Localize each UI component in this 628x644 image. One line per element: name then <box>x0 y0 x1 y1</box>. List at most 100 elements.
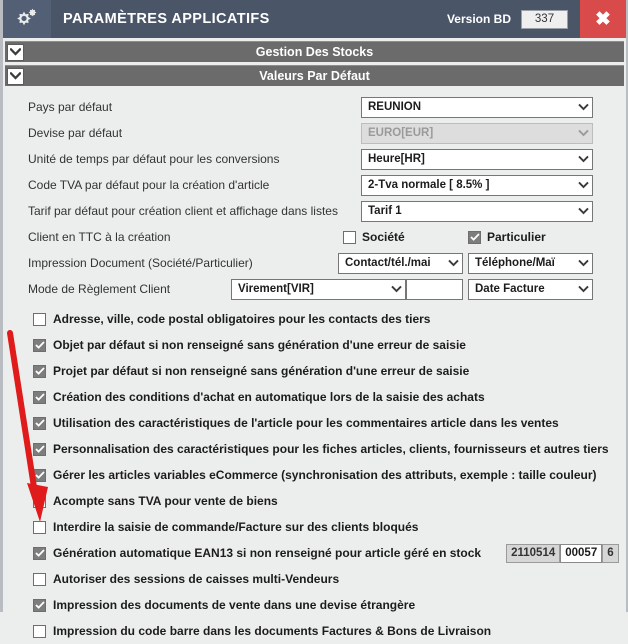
section-header-gestion-des-stocks[interactable]: Gestion Des Stocks <box>5 41 624 62</box>
chevron-down-icon <box>574 285 589 293</box>
select-tarif-par-defaut[interactable]: Tarif 1 <box>361 200 593 222</box>
ean13-prefix-field: 2110514 <box>506 543 561 563</box>
checkbox-box[interactable] <box>468 230 481 244</box>
window-titlebar: PARAMÈTRES APPLICATIFS Version BD 337 ✖ <box>3 0 626 38</box>
option-row-personnalisation-caracteristiques[interactable]: Personnalisation des caractéristiques po… <box>33 436 626 462</box>
checkbox-box[interactable] <box>33 624 46 638</box>
option-label: Autoriser des sessions de caisses multi-… <box>53 572 340 586</box>
option-label: Projet par défaut si non renseigné sans … <box>53 364 470 378</box>
select-mode-reglement[interactable]: Virement[VIR] <box>231 278 406 300</box>
field-row-client-ttc: Client en TTC à la création Société Part… <box>3 224 626 250</box>
checkbox-box[interactable] <box>33 494 46 508</box>
field-row-devise-par-defaut: Devise par défaut EURO[EUR] <box>3 120 626 146</box>
titlebar-spacer <box>270 0 447 38</box>
option-label: Gérer les articles variables eCommerce (… <box>53 468 597 482</box>
option-label: Acompte sans TVA pour vente de biens <box>53 494 278 508</box>
checkbox-box[interactable] <box>33 598 46 612</box>
field-label: Pays par défaut <box>28 100 113 114</box>
chevron-down-icon <box>574 103 589 111</box>
checkbox-box[interactable] <box>33 572 46 586</box>
input-reglement-extra[interactable] <box>406 278 463 300</box>
field-label: Devise par défaut <box>28 126 123 140</box>
checkbox-box[interactable] <box>33 546 46 560</box>
option-row-objet-par-defaut[interactable]: Objet par défaut si non renseigné sans g… <box>33 332 626 358</box>
chevron-down-icon <box>574 155 589 163</box>
field-row-code-tva: Code TVA par défaut pour la création d'a… <box>3 172 626 198</box>
option-label: Impression des documents de vente dans u… <box>53 598 416 612</box>
settings-form: Pays par défaut RÉUNION Devise par défau… <box>3 89 626 302</box>
chevron-down-icon <box>574 129 589 137</box>
select-pays-par-defaut[interactable]: RÉUNION <box>361 96 593 118</box>
field-label: Tarif par défaut pour création client et… <box>28 204 338 218</box>
ean13-fields: 2110514 00057 6 <box>506 543 619 563</box>
chevron-down-icon <box>574 181 589 189</box>
section-title: Valeurs Par Défaut <box>259 69 370 83</box>
field-row-impression-document: Impression Document (Société/Particulier… <box>3 250 626 276</box>
ean13-sequence-input[interactable]: 00057 <box>560 543 603 563</box>
checkbox-box[interactable] <box>33 338 46 352</box>
section-title: Gestion Des Stocks <box>255 45 374 59</box>
application-window: PARAMÈTRES APPLICATIFS Version BD 337 ✖ … <box>0 0 628 638</box>
option-row-adresse-obligatoire[interactable]: Adresse, ville, code postal obligatoires… <box>33 306 626 332</box>
option-label: Impression du code barre dans les docume… <box>53 624 492 638</box>
window-title: PARAMÈTRES APPLICATIFS <box>63 11 270 27</box>
select-code-tva[interactable]: 2-Tva normale [ 8.5% ] <box>361 174 593 196</box>
checkbox-box[interactable] <box>33 390 46 404</box>
chevron-down-icon <box>387 285 402 293</box>
select-value: Heure[HR] <box>368 153 425 165</box>
select-unite-de-temps[interactable]: Heure[HR] <box>361 148 593 170</box>
options-list: Adresse, ville, code postal obligatoires… <box>3 302 626 644</box>
field-label: Impression Document (Société/Particulier… <box>28 256 253 270</box>
checkbox-box[interactable] <box>343 230 356 244</box>
option-row-impression-code-barre[interactable]: Impression du code barre dans les docume… <box>33 618 626 644</box>
select-value: 2-Tva normale [ 8.5% ] <box>368 179 490 191</box>
field-row-tarif-par-defaut: Tarif par défaut pour création client et… <box>3 198 626 224</box>
checkbox-box[interactable] <box>33 442 46 456</box>
field-label: Mode de Règlement Client <box>28 282 171 296</box>
field-row-mode-reglement: Mode de Règlement Client Virement[VIR] D… <box>3 276 626 302</box>
select-value: EURO[EUR] <box>368 127 434 139</box>
checkbox-box[interactable] <box>33 312 46 326</box>
select-value: RÉUNION <box>368 101 422 113</box>
option-label: Génération automatique EAN13 si non rens… <box>53 546 482 560</box>
select-condition-reglement[interactable]: Date Facture <box>468 278 593 300</box>
option-row-interdire-saisie-clients-bloques[interactable]: Interdire la saisie de commande/Facture … <box>33 514 626 540</box>
option-label: Objet par défaut si non renseigné sans g… <box>53 338 466 352</box>
checkbox-box[interactable] <box>33 468 46 482</box>
option-row-articles-variables-ecommerce[interactable]: Gérer les articles variables eCommerce (… <box>33 462 626 488</box>
checkbox-box[interactable] <box>33 520 46 534</box>
ean13-key-field: 6 <box>602 543 619 563</box>
checkbox-label: Société <box>362 230 405 244</box>
option-label: Création des conditions d'achat en autom… <box>53 390 485 404</box>
select-devise-par-defaut: EURO[EUR] <box>361 122 593 144</box>
option-row-conditions-achat[interactable]: Création des conditions d'achat en autom… <box>33 384 626 410</box>
option-label: Adresse, ville, code postal obligatoires… <box>53 312 431 326</box>
select-value: Tarif 1 <box>368 205 402 217</box>
checkbox-particulier[interactable]: Particulier <box>468 230 593 244</box>
checkbox-box[interactable] <box>33 364 46 378</box>
select-impression-particulier[interactable]: Téléphone/Maï <box>468 252 593 274</box>
option-row-caracteristiques-commentaires[interactable]: Utilisation des caractéristiques de l'ar… <box>33 410 626 436</box>
field-label: Unité de temps par défaut pour les conve… <box>28 152 280 166</box>
option-row-acompte-sans-tva[interactable]: Acompte sans TVA pour vente de biens <box>33 488 626 514</box>
option-row-impression-devise-etrangere[interactable]: Impression des documents de vente dans u… <box>33 592 626 618</box>
checkbox-box[interactable] <box>33 416 46 430</box>
version-value-box: 337 <box>521 9 568 29</box>
chevron-down-icon <box>574 207 589 215</box>
chevron-down-icon <box>574 259 589 267</box>
checkbox-label: Particulier <box>487 230 546 244</box>
select-impression-societe[interactable]: Contact/tél./mai <box>338 252 463 274</box>
select-value: Virement[VIR] <box>238 283 314 295</box>
chevron-down-icon <box>444 259 459 267</box>
select-value: Date Facture <box>475 283 545 295</box>
option-row-generation-ean13[interactable]: Génération automatique EAN13 si non rens… <box>33 540 626 566</box>
field-row-unite-de-temps: Unité de temps par défaut pour les conve… <box>3 146 626 172</box>
option-row-projet-par-defaut[interactable]: Projet par défaut si non renseigné sans … <box>33 358 626 384</box>
checkbox-societe[interactable]: Société <box>343 230 468 244</box>
version-label: Version BD <box>446 12 511 26</box>
section-header-valeurs-par-defaut[interactable]: Valeurs Par Défaut <box>5 65 624 86</box>
field-label: Client en TTC à la création <box>28 230 171 244</box>
option-row-sessions-caisses-multi-vendeurs[interactable]: Autoriser des sessions de caisses multi-… <box>33 566 626 592</box>
option-label: Utilisation des caractéristiques de l'ar… <box>53 416 559 430</box>
close-icon[interactable]: ✖ <box>580 0 626 38</box>
